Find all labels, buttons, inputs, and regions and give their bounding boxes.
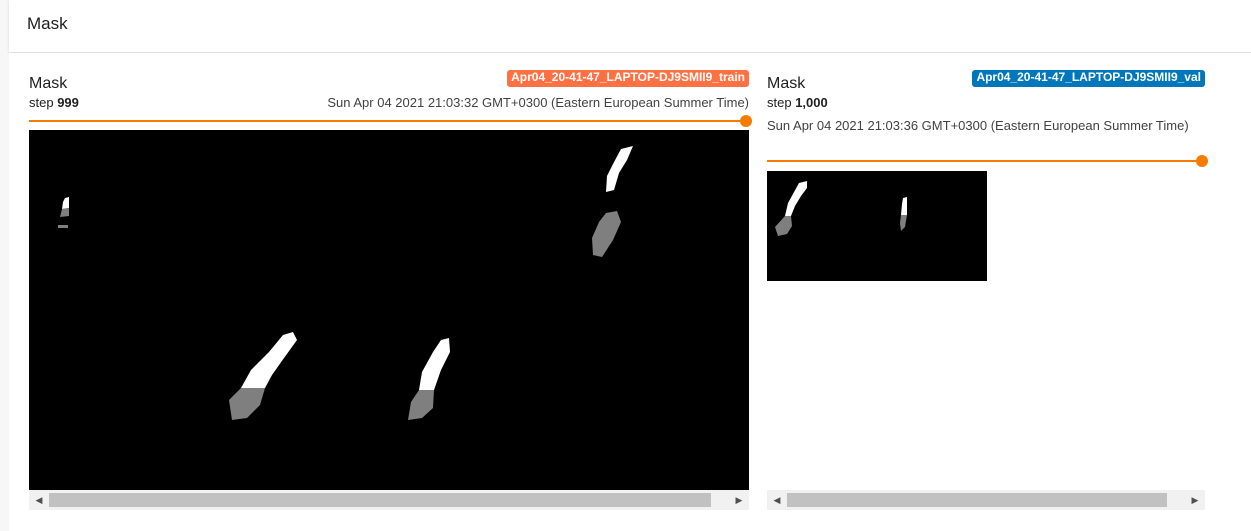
- horizontal-scrollbar[interactable]: ◀ ▶: [29, 490, 749, 510]
- horizontal-scrollbar[interactable]: ◀ ▶: [767, 490, 1205, 510]
- scroll-thumb[interactable]: [787, 493, 1167, 507]
- mask-blob: [58, 225, 68, 228]
- step-prefix: step: [29, 95, 58, 110]
- scroll-right-icon[interactable]: ▶: [729, 490, 749, 510]
- step-slider-track[interactable]: [29, 120, 745, 122]
- scroll-right-icon[interactable]: ▶: [1185, 490, 1205, 510]
- step-label: step 1,000: [767, 95, 828, 110]
- mask-image-svg: [767, 171, 987, 281]
- step-slider-track[interactable]: [767, 160, 1201, 162]
- image-cards-container: Apr04_20-41-47_LAPTOP-DJ9SMII9_train Mas…: [9, 53, 1251, 531]
- timestamp: Sun Apr 04 2021 21:03:36 GMT+0300 (Easte…: [767, 118, 1189, 133]
- step-slider-thumb[interactable]: [1196, 155, 1208, 167]
- step-slider-thumb[interactable]: [740, 115, 752, 127]
- scroll-left-icon[interactable]: ◀: [767, 490, 787, 510]
- card-title: Mask: [29, 75, 68, 92]
- dashboard-header: Mask: [9, 0, 1251, 53]
- step-label: step 999: [29, 95, 79, 110]
- timestamp: Sun Apr 04 2021 21:03:32 GMT+0300 (Easte…: [327, 95, 749, 110]
- card-title: Mask: [767, 75, 806, 92]
- mask-image-train: [29, 130, 749, 490]
- step-value: 1,000: [795, 95, 828, 110]
- scroll-thumb[interactable]: [49, 493, 711, 507]
- group-title: Mask: [27, 14, 68, 33]
- mask-image-svg: [29, 130, 749, 490]
- run-tag-train: Apr04_20-41-47_LAPTOP-DJ9SMII9_train: [507, 70, 749, 87]
- step-prefix: step: [767, 95, 796, 110]
- step-value: 999: [57, 95, 79, 110]
- scroll-left-icon[interactable]: ◀: [29, 490, 49, 510]
- mask-image-val: [767, 171, 987, 281]
- run-tag-val: Apr04_20-41-47_LAPTOP-DJ9SMII9_val: [972, 70, 1205, 87]
